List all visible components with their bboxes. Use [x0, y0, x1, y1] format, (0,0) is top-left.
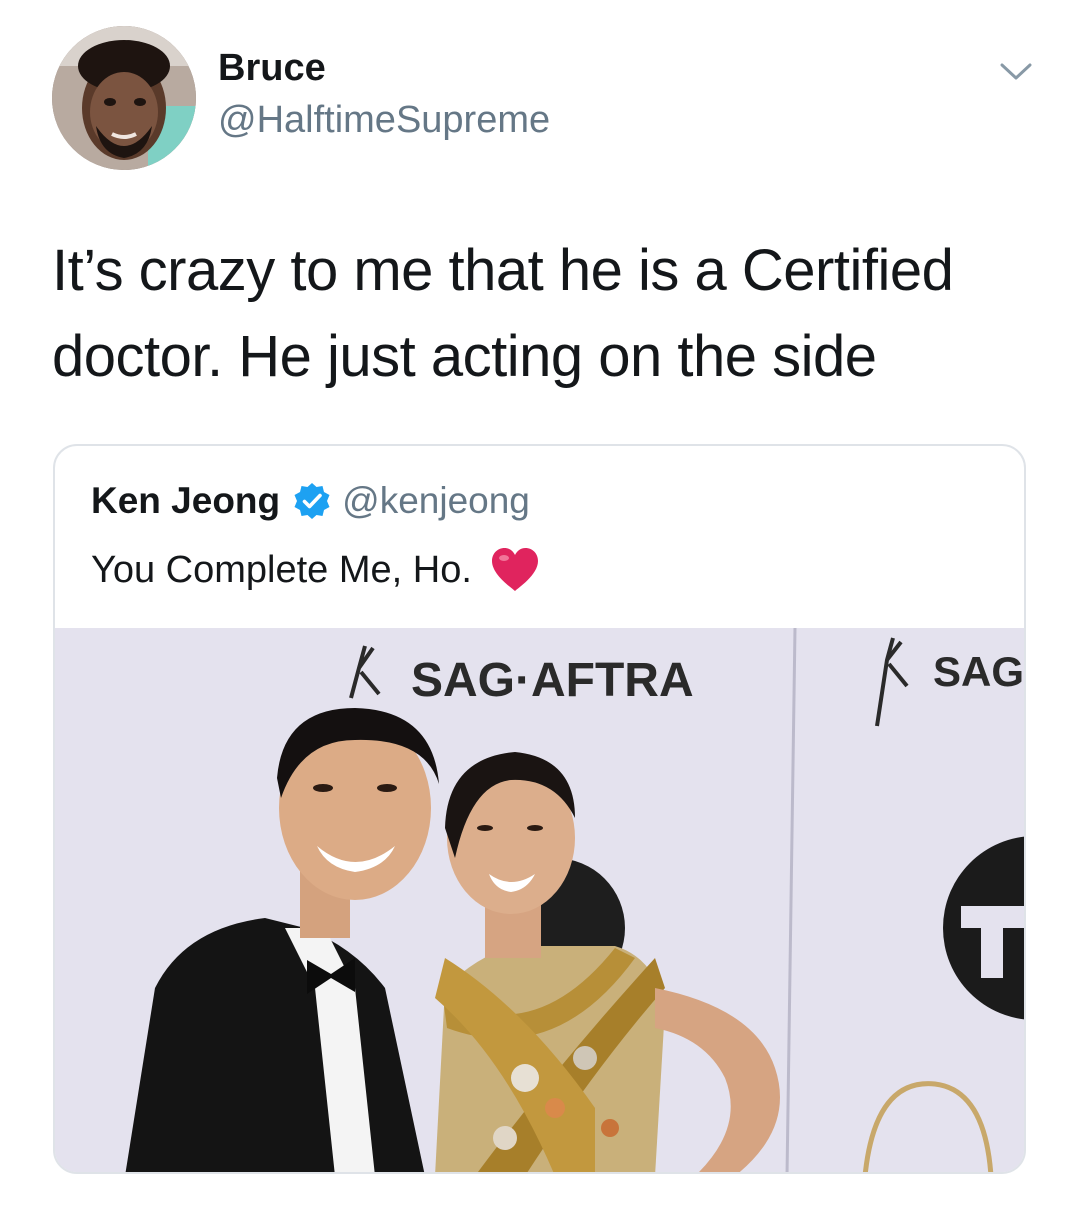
- chevron-down-icon[interactable]: [996, 56, 1036, 86]
- quoted-tweet-photo[interactable]: SAG·AFTRA SAG·: [55, 628, 1026, 1172]
- backdrop-text-sag-aftra: SAG·AFTRA: [411, 654, 694, 707]
- tweet-text: It’s crazy to me that he is a Certified …: [52, 238, 954, 389]
- quoted-tweet-card[interactable]: Ken Jeong @kenjeong You Complete Me, Ho.…: [53, 444, 1026, 1174]
- verified-badge-icon: [294, 483, 330, 519]
- backdrop-text-sag: SAG·: [933, 648, 1026, 695]
- quoted-author-name: Ken Jeong: [91, 480, 281, 521]
- quoted-tweet-header: Ken Jeong @kenjeong: [91, 476, 530, 526]
- red-carpet-photo: SAG·AFTRA SAG·: [55, 628, 1026, 1172]
- author-display-name[interactable]: Bruce: [218, 46, 326, 90]
- profile-photo: [52, 26, 196, 170]
- quoted-tweet-text: You Complete Me, Ho.: [91, 548, 472, 591]
- heart-emoji-icon: [491, 548, 538, 591]
- quoted-tweet-text-row: You Complete Me, Ho.: [91, 542, 540, 598]
- avatar[interactable]: [52, 26, 196, 170]
- author-handle[interactable]: @HalftimeSupreme: [218, 98, 550, 142]
- quoted-author-handle: @kenjeong: [342, 480, 530, 521]
